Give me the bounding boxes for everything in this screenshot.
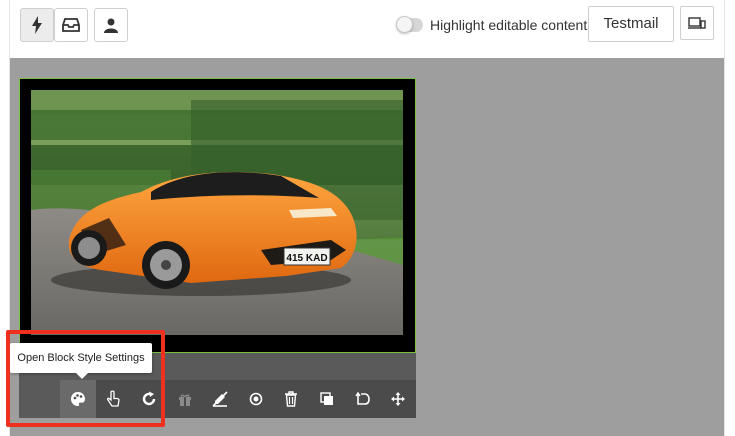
toggle-knob	[396, 16, 413, 33]
license-plate-text: 415 KAD	[286, 253, 327, 264]
highlight-toggle[interactable]	[396, 16, 423, 33]
lightning-button[interactable]	[20, 8, 54, 42]
user-button[interactable]	[94, 8, 128, 42]
target-icon	[249, 392, 263, 406]
disable-editing-button[interactable]	[202, 380, 238, 418]
orange-sports-car-image[interactable]: 415 KAD	[31, 90, 403, 335]
duplicate-button[interactable]	[309, 380, 345, 418]
trash-icon	[285, 391, 298, 407]
user-icon	[104, 18, 118, 33]
target-button[interactable]	[238, 380, 274, 418]
annotation-highlight-box	[6, 330, 165, 427]
testmail-button[interactable]: Testmail	[588, 6, 674, 42]
lightning-icon	[32, 16, 42, 34]
delete-button[interactable]	[274, 380, 310, 418]
move-icon	[391, 392, 406, 406]
device-preview-icon	[688, 17, 706, 29]
gift-icon	[178, 394, 191, 406]
gift-button[interactable]	[167, 380, 203, 418]
inbox-icon	[62, 18, 80, 32]
undo-button[interactable]	[345, 380, 381, 418]
inbox-button[interactable]	[54, 8, 88, 42]
no-edit-icon	[212, 391, 228, 407]
undo-icon	[354, 392, 370, 405]
top-toolbar: Highlight editable content Testmail	[0, 0, 735, 58]
duplicate-icon	[320, 392, 333, 405]
device-preview-button[interactable]	[680, 6, 714, 40]
highlight-toggle-label: Highlight editable content	[430, 17, 588, 33]
move-button[interactable]	[380, 380, 416, 418]
